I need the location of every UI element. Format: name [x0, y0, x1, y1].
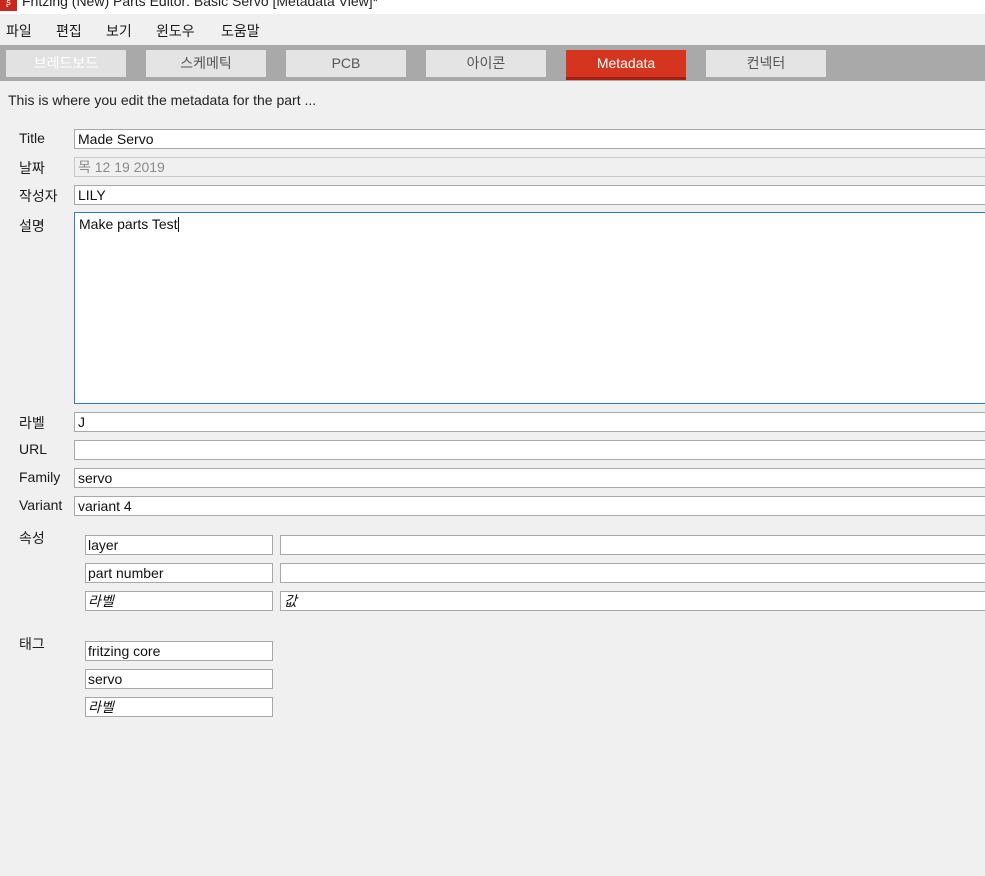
url-label: URL [19, 441, 48, 457]
tag-field[interactable]: servo [85, 669, 273, 689]
tab-breadboard[interactable]: 브레드보드 [6, 50, 126, 77]
tab-icon[interactable]: 아이콘 [426, 50, 546, 77]
new-property-name-placeholder: 라벨 [88, 593, 114, 609]
tab-pcb[interactable]: PCB [286, 50, 406, 77]
title-field[interactable]: Made Servo [74, 129, 985, 149]
author-label: 작성자 [19, 188, 58, 204]
variant-label: Variant [19, 497, 63, 513]
tab-metadata[interactable]: Metadata [566, 50, 686, 80]
new-tag-placeholder: 라벨 [88, 699, 114, 715]
author-field[interactable]: LILY [74, 185, 985, 205]
menu-edit[interactable]: 편집 [56, 21, 82, 41]
property-value-field[interactable] [280, 563, 985, 583]
date-field: 목 12 19 2019 [74, 157, 985, 177]
property-name-field[interactable]: layer [85, 535, 273, 555]
label-field[interactable]: J [74, 412, 985, 432]
property-value-field[interactable] [280, 535, 985, 555]
fritzing-app-icon: ʂ [0, 0, 17, 11]
description-text: Make parts Test [79, 216, 178, 232]
new-property-value-field[interactable]: 값 [280, 591, 985, 611]
url-field[interactable] [74, 440, 985, 460]
description-textarea[interactable]: Make parts Test [74, 212, 985, 404]
new-property-name-field[interactable]: 라벨 [85, 591, 273, 611]
text-caret [177, 217, 179, 232]
menu-help[interactable]: 도움말 [221, 21, 260, 41]
tab-connectors[interactable]: 컨넥터 [706, 50, 826, 77]
window-titlebar: ʂ Fritzing (New) Parts Editor: Basic Ser… [0, 0, 985, 14]
property-name-field[interactable]: part number [85, 563, 273, 583]
tab-schematic[interactable]: 스케메틱 [146, 50, 266, 77]
variant-field[interactable]: variant 4 [74, 496, 985, 516]
menu-view[interactable]: 보기 [106, 21, 132, 41]
view-tabbar: 브레드보드 스케메틱 PCB 아이콘 Metadata 컨넥터 [0, 45, 985, 81]
properties-label: 속성 [19, 530, 45, 546]
new-tag-field[interactable]: 라벨 [85, 697, 273, 717]
tag-field[interactable]: fritzing core [85, 641, 273, 661]
metadata-hint: This is where you edit the metadata for … [8, 92, 317, 108]
window-title: Fritzing (New) Parts Editor: Basic Servo… [22, 0, 379, 9]
menu-window[interactable]: 윈도우 [156, 21, 195, 41]
description-label: 설명 [19, 218, 45, 234]
family-field[interactable]: servo [74, 468, 985, 488]
label-label: 라벨 [19, 415, 45, 431]
menubar: 파일 편집 보기 윈도우 도움말 [0, 16, 985, 44]
date-label: 날짜 [19, 160, 45, 176]
family-label: Family [19, 469, 61, 485]
tags-label: 태그 [19, 636, 45, 652]
title-label: Title [19, 130, 45, 146]
new-property-value-placeholder: 값 [284, 593, 297, 609]
menu-file[interactable]: 파일 [6, 21, 32, 41]
